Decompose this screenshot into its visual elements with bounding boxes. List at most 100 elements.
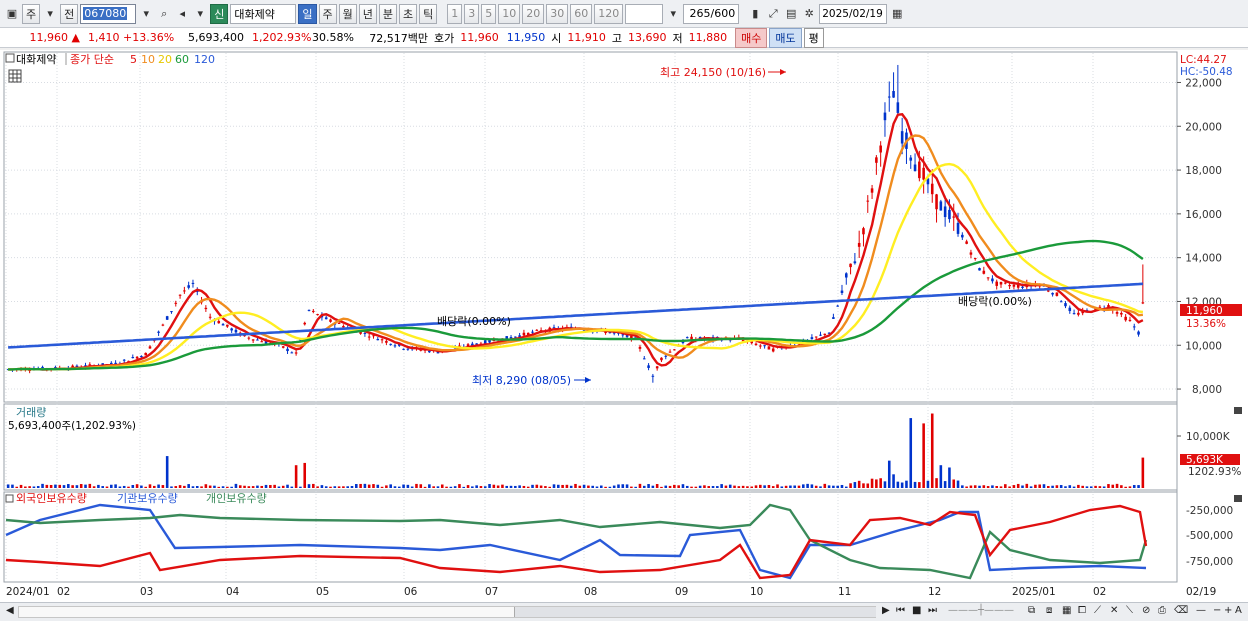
interval-month[interactable]: 월: [338, 3, 357, 24]
volume-bar: [827, 485, 831, 488]
candle-body: [673, 349, 676, 351]
holdings-panel-close-icon[interactable]: [1234, 495, 1242, 502]
eval-button[interactable]: 평: [803, 27, 824, 48]
volume-bar: [651, 485, 655, 488]
zoom-minus-icon[interactable]: −: [1213, 605, 1221, 616]
first-page-icon[interactable]: ⏮: [896, 605, 905, 616]
candle-type-icon[interactable]: ▮: [747, 4, 763, 24]
speaker-icon[interactable]: ◂: [174, 4, 190, 24]
candle-body: [638, 346, 642, 349]
interval-minute[interactable]: 분: [378, 3, 397, 24]
count-10[interactable]: 10: [498, 3, 521, 24]
turnover-rate: 30.58%: [312, 31, 354, 44]
volume-bar: [668, 485, 672, 488]
volume-bar: [97, 484, 100, 488]
volume-bar: [621, 484, 625, 488]
count-5[interactable]: 5: [481, 3, 497, 24]
font-size-icon[interactable]: A: [1235, 605, 1242, 616]
candle-body: [380, 339, 384, 341]
cross-icon[interactable]: ✕: [1110, 605, 1118, 616]
scroll-thumb[interactable]: [514, 607, 876, 617]
compare-icon[interactable]: ⧠: [1078, 605, 1086, 616]
measure-icon[interactable]: ⟍: [1126, 605, 1133, 616]
volume-bar: [281, 485, 285, 488]
volume-bar: [694, 486, 698, 488]
stop-icon[interactable]: ■: [912, 605, 921, 616]
calendar-icon[interactable]: ▦: [889, 4, 905, 24]
custom-count-dropdown-icon[interactable]: ▾: [665, 4, 681, 24]
volume-bar: [28, 486, 31, 488]
candle-body: [191, 282, 195, 284]
window-icon[interactable]: ▣: [4, 4, 20, 24]
table-view-icon[interactable]: [8, 69, 22, 83]
count-30[interactable]: 30: [546, 3, 569, 24]
volume-bar: [810, 484, 814, 488]
scroll-left-icon[interactable]: ◀: [6, 605, 14, 616]
layout-icon[interactable]: ⧉: [1028, 605, 1035, 616]
ma-legend-10: 10: [141, 53, 155, 66]
candle-body: [892, 91, 895, 98]
candle-body: [668, 351, 672, 353]
print-icon[interactable]: ⎙: [1158, 605, 1166, 616]
period-tab-week[interactable]: 주: [22, 3, 41, 24]
period-tab-prev[interactable]: 전: [60, 3, 79, 24]
count-3[interactable]: 3: [464, 3, 480, 24]
chart-scrollbar[interactable]: [18, 606, 876, 618]
volume-bar: [333, 486, 337, 488]
interval-year[interactable]: 년: [358, 3, 377, 24]
volume-bar: [200, 486, 203, 488]
draw-tool-icon[interactable]: ⤢: [765, 4, 781, 24]
zoom-plus-icon[interactable]: +: [1224, 605, 1232, 616]
volume-bar: [531, 484, 534, 488]
magnet-icon[interactable]: ⊘: [1142, 605, 1150, 616]
count-120[interactable]: 120: [594, 3, 624, 24]
volume-bar: [1111, 484, 1115, 488]
trade-amount: 72,517백만: [369, 31, 428, 45]
quote-info-bar: 11,960 ▲ 1,410 +13.36% 5,693,400 1,202.9…: [0, 27, 1248, 48]
search-icon[interactable]: ⌕: [156, 4, 172, 24]
save-icon[interactable]: ▤: [783, 4, 799, 24]
count-60[interactable]: 60: [570, 3, 593, 24]
code-dropdown-icon[interactable]: ▾: [138, 4, 154, 24]
holdings-legend-foreign: 외국인보유수량: [16, 492, 87, 505]
buy-button[interactable]: 매수: [735, 27, 768, 48]
stock-code-input[interactable]: 067080: [80, 3, 137, 24]
volume-bar: [887, 460, 891, 488]
volume-bar: [793, 485, 796, 488]
candle-body: [170, 311, 173, 313]
split-icon[interactable]: ⧈: [1046, 605, 1052, 616]
trendline-icon[interactable]: ⟋: [1094, 605, 1101, 616]
zoom-out-icon[interactable]: —: [1196, 605, 1206, 616]
volume-bar: [664, 485, 668, 488]
last-page-icon[interactable]: ⏭: [928, 605, 937, 616]
gear-icon[interactable]: ✲: [801, 4, 817, 24]
custom-count-input[interactable]: [625, 3, 664, 24]
speaker-dropdown-icon[interactable]: ▾: [192, 4, 208, 24]
bar-count-input[interactable]: 265/600: [683, 3, 740, 24]
candle-body: [862, 228, 865, 235]
chart-area[interactable]: 대화제약 종가 단순 5 10 20 60 120 LC:44.27 HC:-5…: [0, 50, 1248, 602]
eraser-icon[interactable]: ⌫: [1174, 605, 1188, 616]
volume-panel-close-icon[interactable]: [1234, 407, 1242, 414]
volume-bar: [673, 484, 676, 488]
scroll-right-icon[interactable]: ▶: [882, 605, 890, 616]
candle-body: [900, 131, 904, 144]
stock-name-field[interactable]: 대화제약: [230, 3, 297, 24]
price-tick-label: 20,000: [1185, 121, 1222, 133]
volume-bar: [759, 484, 762, 488]
sell-button[interactable]: 매도: [769, 27, 802, 48]
interval-week[interactable]: 주: [318, 3, 337, 24]
interval-tick[interactable]: 틱: [419, 3, 438, 24]
volume-bar: [238, 485, 242, 488]
date-input[interactable]: 2025/02/19: [819, 3, 888, 24]
count-20[interactable]: 20: [522, 3, 545, 24]
interval-second[interactable]: 초: [399, 3, 418, 24]
volume-bar: [140, 485, 143, 488]
candle-body: [935, 194, 938, 210]
grid-icon[interactable]: ▦: [1062, 605, 1071, 616]
zoom-slider[interactable]: ———┼———: [948, 605, 1014, 616]
interval-day[interactable]: 일: [298, 3, 317, 24]
volume-bar: [642, 485, 646, 488]
count-1[interactable]: 1: [447, 3, 463, 24]
chevron-down-icon[interactable]: ▾: [42, 4, 58, 24]
